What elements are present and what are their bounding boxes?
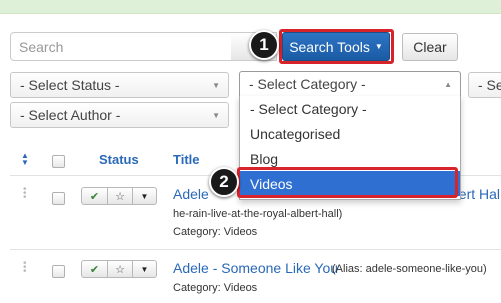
article-category: Category: Videos — [173, 226, 258, 238]
sort-icon[interactable]: ▲ ▼ — [19, 152, 31, 167]
status-filter-select[interactable]: - Select Status - ▼ — [10, 72, 229, 98]
article-title-link[interactable]: Adele - Someone Like You — [173, 260, 338, 276]
author-filter-select[interactable]: - Select Author - ▼ — [10, 102, 229, 128]
search-tools-label: Search Tools — [289, 38, 370, 55]
category-option[interactable]: Uncategorised — [240, 121, 460, 146]
chevron-down-icon: ▼ — [212, 81, 220, 90]
category-filter-value: - Select Category - — [249, 76, 366, 92]
status-filter-value: - Select Status - — [20, 77, 120, 93]
step-2-callout: 2 — [209, 167, 239, 197]
chevron-up-icon: ▲ — [444, 80, 452, 89]
caret-down-icon[interactable]: ▼ — [133, 188, 156, 204]
author-filter-value: - Select Author - — [20, 107, 121, 123]
third-filter-select[interactable]: - Se — [468, 72, 501, 98]
category-option[interactable]: - Select Category - — [240, 96, 460, 121]
search-tools-button[interactable]: Search Tools ▼ — [282, 32, 390, 61]
row-checkbox[interactable] — [52, 265, 65, 278]
status-column-header[interactable]: Status — [99, 152, 139, 167]
success-notice-bar — [0, 0, 501, 14]
step-1-callout: 1 — [249, 30, 279, 60]
article-alias: (Alias: adele-someone-like-you) — [332, 263, 487, 275]
article-category: Category: Videos — [173, 282, 258, 294]
select-all-checkbox[interactable] — [52, 155, 65, 168]
category-filter-select[interactable]: - Select Category - ▲ — [239, 71, 461, 97]
chevron-down-icon: ▼ — [212, 111, 220, 120]
row-status-buttons: ✔ ☆ ▼ — [81, 260, 157, 278]
videos-option-highlight — [237, 167, 458, 198]
drag-handle-icon[interactable]: • • • — [23, 185, 29, 203]
article-title-link[interactable]: Adele — [173, 186, 209, 202]
caret-down-icon[interactable]: ▼ — [133, 261, 156, 277]
drag-handle-icon[interactable]: • • • — [23, 259, 29, 277]
check-icon[interactable]: ✔ — [82, 188, 108, 204]
caret-down-icon: ▼ — [374, 42, 383, 51]
search-input[interactable] — [10, 32, 232, 61]
title-column-header[interactable]: Title — [173, 152, 200, 167]
third-filter-value: - Se — [478, 77, 501, 93]
star-icon[interactable]: ☆ — [108, 188, 133, 204]
row-checkbox[interactable] — [52, 192, 65, 205]
row-status-buttons: ✔ ☆ ▼ — [81, 187, 157, 205]
row-divider — [10, 249, 501, 250]
check-icon[interactable]: ✔ — [82, 261, 108, 277]
star-icon[interactable]: ☆ — [108, 261, 133, 277]
article-alias: he-rain-live-at-the-royal-albert-hall) — [173, 208, 343, 220]
clear-button[interactable]: Clear — [402, 33, 458, 61]
